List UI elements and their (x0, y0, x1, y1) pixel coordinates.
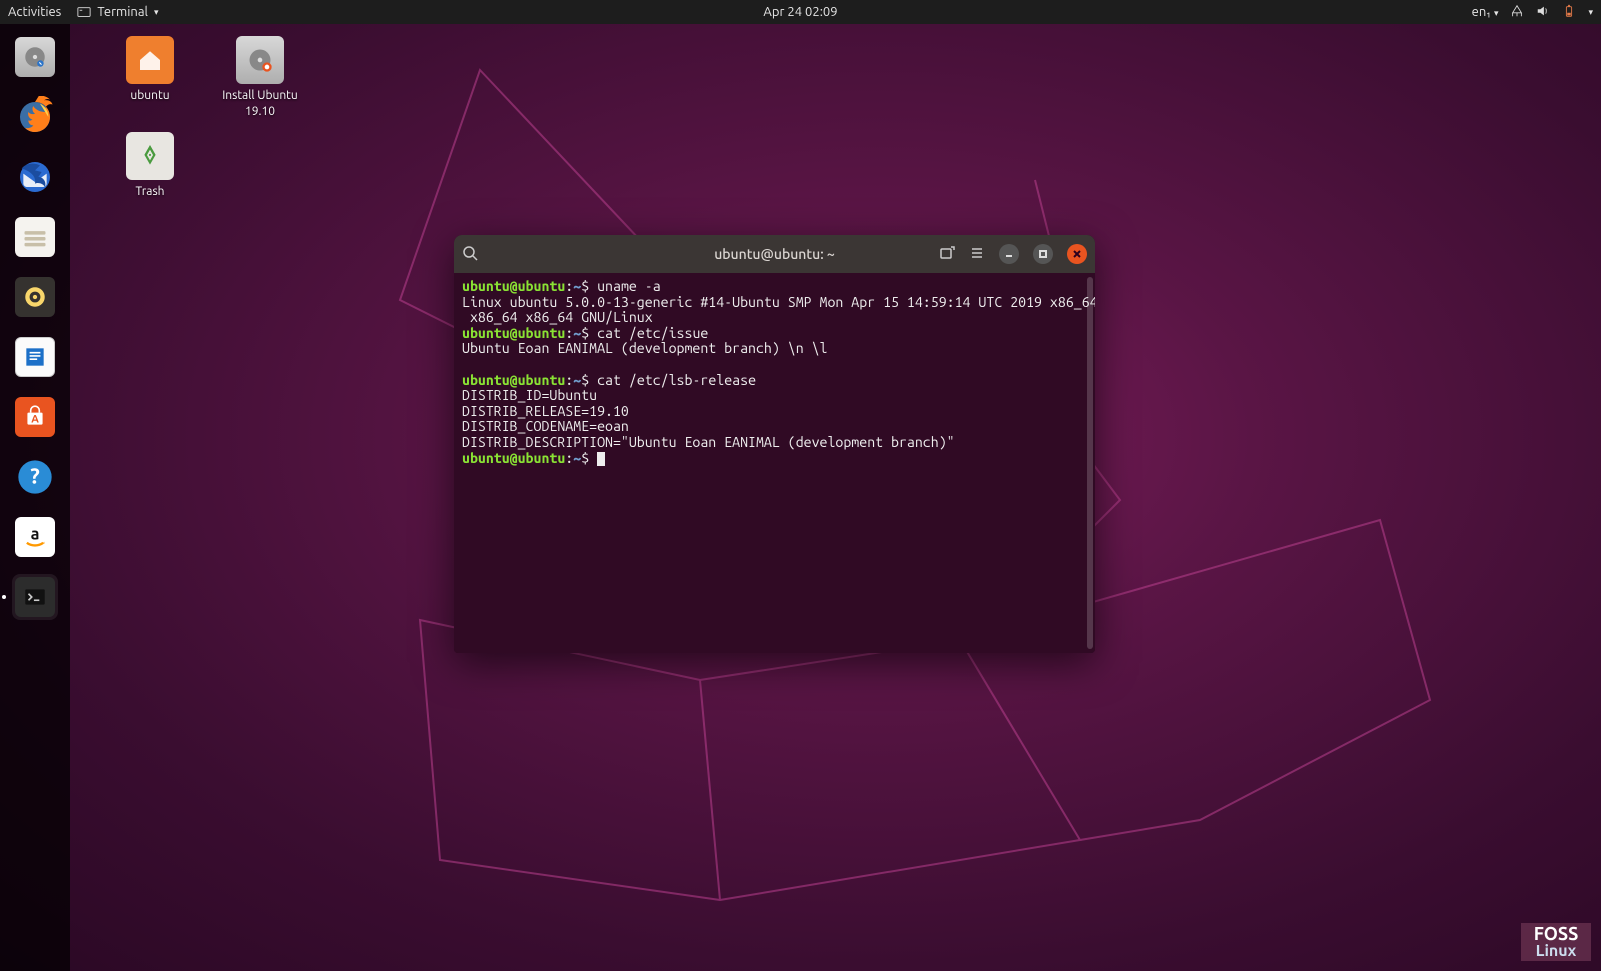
desktop[interactable]: ubuntu Install Ubuntu 19.10 Trash ubuntu… (70, 24, 1601, 971)
trash-icon (126, 132, 174, 180)
libreoffice-writer-icon (15, 337, 55, 377)
terminal-output: x86_64 x86_64 GNU/Linux (462, 309, 653, 325)
new-tab-icon[interactable] (939, 245, 955, 264)
system-menu-chevron-icon[interactable]: ▾ (1588, 7, 1593, 18)
svg-text:a: a (31, 525, 40, 543)
terminal-output: Ubuntu Eoan EANIMAL (development branch)… (462, 340, 827, 356)
window-title: ubuntu@ubuntu: ~ (714, 246, 835, 262)
dock: A ? a (0, 24, 70, 971)
desktop-icon-label: Trash (100, 184, 200, 200)
search-icon[interactable] (462, 245, 478, 264)
desktop-icon-label: ubuntu (100, 88, 200, 104)
dock-item-disks[interactable] (12, 34, 58, 80)
chevron-down-icon: ▾ (154, 7, 159, 18)
dock-item-help[interactable]: ? (12, 454, 58, 500)
activities-button[interactable]: Activities (8, 5, 61, 19)
close-button[interactable] (1067, 244, 1087, 264)
top-panel: Activities Terminal ▾ Apr 24 02:09 en₁ ▾… (0, 0, 1601, 24)
terminal-command: cat /etc/lsb-release (597, 372, 756, 388)
volume-icon[interactable] (1536, 4, 1550, 21)
prompt-path: ~ (573, 278, 581, 294)
home-folder-icon (126, 36, 174, 84)
dock-item-rhythmbox[interactable] (12, 274, 58, 320)
scrollbar[interactable] (1087, 277, 1093, 649)
minimize-button[interactable] (999, 244, 1019, 264)
svg-text:?: ? (30, 465, 40, 489)
amazon-icon: a (15, 517, 55, 557)
desktop-icon-home[interactable]: ubuntu (100, 36, 200, 104)
terminal-command: cat /etc/issue (597, 325, 708, 341)
help-icon: ? (15, 457, 55, 497)
dock-item-software[interactable]: A (12, 394, 58, 440)
terminal-body[interactable]: ubuntu@ubuntu:~$ uname -a Linux ubuntu 5… (454, 273, 1095, 653)
terminal-cursor (597, 452, 605, 466)
terminal-window: ubuntu@ubuntu: ~ ubuntu@ubuntu:~$ uname … (454, 235, 1095, 653)
dock-item-writer[interactable] (12, 334, 58, 380)
dock-item-files[interactable] (12, 214, 58, 260)
watermark-line2: Linux (1525, 943, 1587, 959)
network-icon[interactable] (1510, 4, 1524, 21)
installer-icon (236, 36, 284, 84)
terminal-output: DISTRIB_ID=Ubuntu (462, 387, 597, 403)
dock-item-thunderbird[interactable] (12, 154, 58, 200)
disks-icon (15, 37, 55, 77)
terminal-output: DISTRIB_RELEASE=19.10 (462, 403, 629, 419)
terminal-icon (15, 577, 55, 617)
terminal-output: DISTRIB_CODENAME=eoan (462, 418, 629, 434)
app-menu-label: Terminal (97, 5, 148, 19)
files-icon (15, 217, 55, 257)
dock-item-amazon[interactable]: a (12, 514, 58, 560)
ubuntu-software-icon: A (15, 397, 55, 437)
dock-item-terminal[interactable] (12, 574, 58, 620)
desktop-icon-install[interactable]: Install Ubuntu 19.10 (210, 36, 310, 119)
terminal-command: uname -a (597, 278, 661, 294)
app-menu[interactable]: Terminal ▾ (77, 5, 158, 19)
dock-item-firefox[interactable] (12, 94, 58, 140)
rhythmbox-icon (15, 277, 55, 317)
window-titlebar[interactable]: ubuntu@ubuntu: ~ (454, 235, 1095, 273)
desktop-icon-label: Install Ubuntu 19.10 (210, 88, 310, 119)
input-source-indicator[interactable]: en₁ ▾ (1472, 5, 1499, 19)
battery-icon[interactable] (1562, 4, 1576, 21)
thunderbird-icon (15, 157, 55, 197)
hamburger-menu-icon[interactable] (969, 245, 985, 264)
terminal-output: DISTRIB_DESCRIPTION="Ubuntu Eoan EANIMAL… (462, 434, 955, 450)
desktop-icon-trash[interactable]: Trash (100, 132, 200, 200)
firefox-icon (15, 97, 55, 137)
terminal-output: Linux ubuntu 5.0.0-13-generic #14-Ubuntu… (462, 294, 1095, 310)
watermark: FOSS Linux (1521, 923, 1591, 961)
clock[interactable]: Apr 24 02:09 (763, 5, 837, 19)
prompt-user: ubuntu@ubuntu (462, 278, 565, 294)
watermark-line1: FOSS (1525, 925, 1587, 943)
maximize-button[interactable] (1033, 244, 1053, 264)
svg-text:A: A (31, 413, 39, 425)
